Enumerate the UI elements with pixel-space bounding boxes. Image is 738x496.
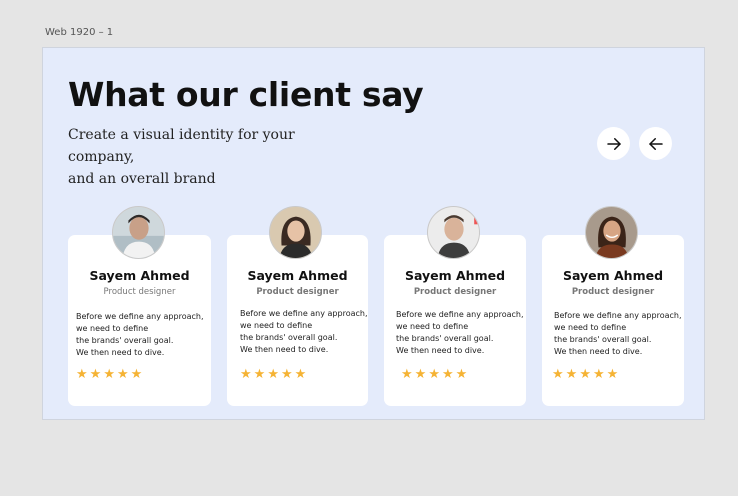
quote-line: Before we define any approach, [76, 312, 204, 321]
star-icon: ★ [76, 367, 88, 382]
star-icon: ★ [606, 367, 619, 382]
subtitle-line-2: and an overall brand [68, 171, 216, 187]
star-icon: ★ [592, 367, 605, 382]
client-name: Sayem Ahmed [247, 268, 348, 283]
quote-line: we need to define [240, 321, 313, 330]
star-icon: ★ [103, 367, 115, 382]
star-icon: ★ [280, 367, 293, 382]
rating-stars: ★ ★ ★ ★ ★ [401, 368, 467, 382]
person-photo-icon [113, 207, 164, 258]
client-name: Sayem Ahmed [562, 268, 664, 283]
testimonial-card: Sayem Ahmed Product designer Before we d… [542, 206, 684, 406]
star-icon: ★ [428, 367, 440, 382]
testimonial-card: Sayem Ahmed Product designer Before we d… [227, 206, 368, 406]
frame-label: Web 1920 – 1 [45, 27, 114, 38]
quote-line: We then need to dive. [396, 346, 485, 355]
client-role: Product designer [413, 287, 497, 297]
rating-stars: ★ ★ ★ ★ ★ [552, 368, 618, 382]
testimonial-text: Before we define any approach, we need t… [396, 309, 524, 357]
quote-line: We then need to dive. [554, 347, 643, 356]
rating-stars: ★ ★ ★ ★ ★ [76, 368, 142, 382]
quote-line: the brands' overall goal. [396, 334, 494, 343]
testimonials-section: What our client say Create a visual iden… [42, 47, 705, 420]
star-icon: ★ [89, 367, 102, 382]
quote-line: Before we define any approach, [396, 310, 524, 319]
testimonial-text: Before we define any approach, we need t… [240, 308, 368, 356]
client-role: Product designer [256, 287, 339, 297]
quote-line: We then need to dive. [240, 345, 329, 354]
quote-line: we need to define [396, 322, 469, 331]
star-icon: ★ [414, 367, 427, 382]
section-subtitle: Create a visual identity for your compan… [68, 124, 358, 190]
previous-button[interactable] [639, 127, 672, 160]
star-icon: ★ [441, 367, 454, 382]
client-role: Product designer [571, 287, 655, 297]
rating-stars: ★ ★ ★ ★ ★ [240, 368, 306, 382]
testimonial-card: Sayem Ahmed Product designer Before we d… [384, 206, 526, 406]
star-icon: ★ [240, 367, 252, 382]
avatar [269, 206, 322, 259]
person-photo-icon [586, 207, 637, 258]
client-role: Product designer [103, 287, 176, 297]
person-photo-icon [270, 207, 321, 258]
star-icon: ★ [552, 367, 564, 382]
star-icon: ★ [294, 367, 307, 382]
subtitle-line-1: Create a visual identity for your compan… [68, 127, 295, 165]
quote-line: the brands' overall goal. [240, 333, 338, 342]
quote-line: we need to define [76, 324, 149, 333]
testimonial-text: Before we define any approach, we need t… [554, 310, 682, 358]
star-icon: ★ [130, 367, 143, 382]
star-icon: ★ [579, 367, 591, 382]
star-icon: ★ [267, 367, 279, 382]
client-name: Sayem Ahmed [404, 268, 506, 283]
quote-line: Before we define any approach, [240, 309, 368, 318]
quote-line: the brands' overall goal. [76, 336, 174, 345]
testimonial-card: Sayem Ahmed Product designer Before we d… [68, 206, 211, 406]
avatar [427, 206, 480, 259]
star-icon: ★ [116, 367, 129, 382]
avatar [585, 206, 638, 259]
quote-line: We then need to dive. [76, 348, 165, 357]
avatar [112, 206, 165, 259]
quote-line: the brands' overall goal. [554, 335, 652, 344]
next-button[interactable] [597, 127, 630, 160]
star-icon: ★ [401, 367, 413, 382]
section-title: What our client say [68, 75, 424, 114]
quote-line: Before we define any approach, [554, 311, 682, 320]
client-name: Sayem Ahmed [89, 268, 190, 283]
arrow-left-icon [648, 137, 663, 150]
star-icon: ★ [455, 367, 468, 382]
star-icon: ★ [565, 367, 578, 382]
quote-line: we need to define [554, 323, 627, 332]
testimonial-text: Before we define any approach, we need t… [76, 311, 207, 359]
person-photo-icon [428, 207, 479, 258]
star-icon: ★ [253, 367, 266, 382]
arrow-right-icon [606, 137, 621, 150]
